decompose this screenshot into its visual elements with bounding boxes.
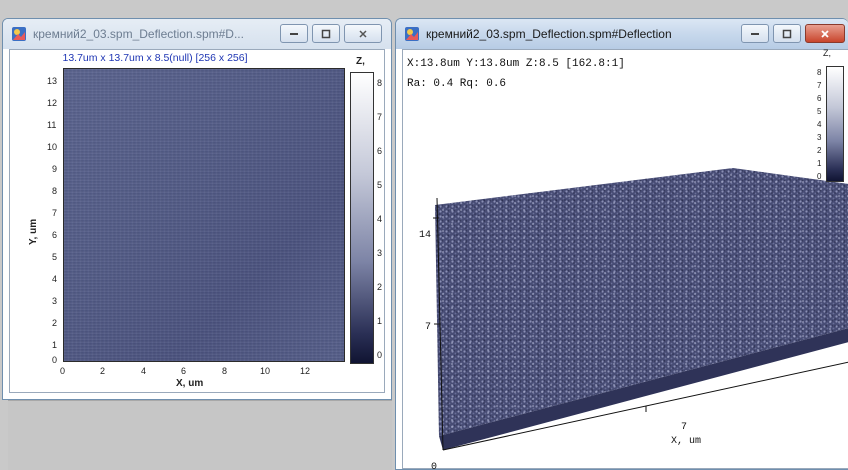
colorbar (350, 72, 374, 364)
colorbar (826, 66, 844, 182)
colorbar-label: Z, (823, 48, 831, 58)
colorbar-tick: 6 (377, 146, 383, 156)
close-button[interactable] (344, 24, 382, 43)
y-tick: 2 (52, 318, 58, 328)
maximize-button[interactable] (312, 24, 340, 43)
colorbar-tick: 1 (817, 159, 822, 168)
minimize-icon (290, 32, 298, 35)
z-axis-tick: 14 (419, 230, 432, 241)
colorbar-tick: 4 (817, 120, 822, 129)
x-tick: 12 (300, 366, 311, 376)
y-tick: 1 (52, 340, 58, 350)
colorbar-tick: 4 (377, 214, 383, 224)
right-window-title: кремний2_03.spm_Deflection.spm#Deflectio… (426, 27, 672, 41)
app-icon (405, 27, 419, 41)
colorbar-tick: 8 (817, 68, 822, 77)
y-axis-label: Y, um (28, 218, 39, 245)
right-window-client: X:13.8um Y:13.8um Z:8.5 [162.8:1] Ra: 0.… (402, 48, 848, 470)
colorbar-tick: 1 (377, 316, 383, 326)
colorbar-tick: 0 (377, 350, 383, 360)
afm-heatmap[interactable] (63, 68, 345, 362)
y-tick: 10 (47, 142, 58, 152)
colorbar-tick: 6 (817, 94, 822, 103)
colorbar-tick: 2 (817, 146, 822, 155)
y-tick: 7 (52, 208, 58, 218)
x-tick: 2 (100, 366, 106, 376)
colorbar-tick: 7 (817, 81, 822, 90)
x-axis-label-3d: X, um (671, 436, 702, 447)
y-tick: 3 (52, 296, 58, 306)
colorbar-tick: 5 (377, 180, 383, 190)
left-window-client: 13.7um x 13.7um x 8.5(null) [256 x 256] … (9, 49, 385, 393)
y-tick: 0 (52, 355, 58, 365)
y-tick: 6 (52, 230, 58, 240)
x-axis-label: X, um (176, 378, 204, 389)
colorbar-tick: 3 (377, 248, 383, 258)
y-tick: 5 (52, 252, 58, 262)
right-3d-window[interactable]: кремний2_03.spm_Deflection.spm#Deflectio… (395, 18, 848, 470)
colorbar-tick: 3 (817, 133, 822, 142)
right-window-titlebar[interactable]: кремний2_03.spm_Deflection.spm#Deflectio… (396, 19, 848, 49)
maximize-icon (782, 29, 792, 38)
z-axis-tick: 0 (431, 462, 438, 470)
x-axis-tick: 7 (681, 422, 688, 433)
maximize-icon (321, 29, 331, 38)
close-icon (821, 29, 829, 38)
app-icon (12, 27, 26, 41)
y-tick: 9 (52, 164, 58, 174)
colorbar-tick: 8 (377, 78, 383, 88)
left-window-title: кремний2_03.spm_Deflection.spm#D... (33, 27, 244, 41)
y-tick: 13 (47, 76, 58, 86)
left-window-titlebar[interactable]: кремний2_03.spm_Deflection.spm#D... (3, 19, 391, 49)
plot-title: 13.7um x 13.7um x 8.5(null) [256 x 256] (62, 52, 248, 64)
y-tick: 8 (52, 186, 58, 196)
y-tick: 11 (47, 120, 57, 130)
minimize-button[interactable] (741, 24, 769, 43)
minimize-icon (751, 32, 759, 35)
colorbar-tick: 5 (817, 107, 822, 116)
colorbar-label: Z, (356, 56, 365, 67)
colorbar-tick: 7 (377, 112, 383, 122)
x-tick: 0 (60, 366, 66, 376)
left-image-window[interactable]: кремний2_03.spm_Deflection.spm#D... 13.7… (2, 18, 392, 400)
y-tick: 12 (47, 98, 58, 108)
x-tick: 6 (181, 366, 187, 376)
y-tick: 4 (52, 274, 58, 284)
maximize-button[interactable] (773, 24, 801, 43)
x-tick: 4 (141, 366, 147, 376)
colorbar-tick: 2 (377, 282, 383, 292)
z-axis-tick: 7 (425, 322, 432, 333)
colorbar-tick: 0 (817, 172, 822, 181)
close-icon (359, 29, 367, 38)
x-tick: 8 (222, 366, 228, 376)
x-tick: 10 (260, 366, 271, 376)
close-button[interactable] (805, 24, 845, 43)
minimize-button[interactable] (280, 24, 308, 43)
workspace-background (8, 400, 392, 470)
surface-3d-view[interactable] (403, 50, 848, 470)
